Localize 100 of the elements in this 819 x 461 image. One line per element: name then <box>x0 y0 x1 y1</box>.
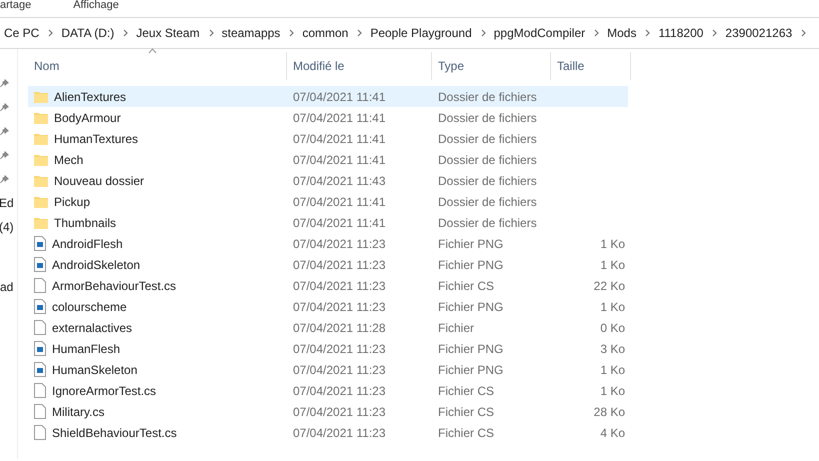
pin-icon[interactable] <box>0 102 10 112</box>
folder-icon <box>34 174 48 188</box>
file-row[interactable]: Military.cs 07/04/2021 11:23 Fichier CS 28 Ko <box>28 401 628 422</box>
file-row[interactable]: IgnoreArmorTest.cs 07/04/2021 11:23 Fichier CS 1 Ko <box>28 380 628 401</box>
file-row[interactable]: Thumbnails 07/04/2021 11:41 Dossier de fichiers <box>28 212 628 233</box>
modified-date: 07/04/2021 11:23 <box>292 424 387 442</box>
file-name: Nouveau dossier <box>54 172 144 190</box>
file-type: Fichier CS <box>437 382 496 400</box>
file-row[interactable]: colourscheme 07/04/2021 11:23 Fichier PNG 1 Ko <box>28 296 628 317</box>
breadcrumb-item[interactable]: Mods <box>607 24 636 42</box>
file-name: HumanFlesh <box>52 340 120 358</box>
modified-date: 07/04/2021 11:41 <box>292 110 387 126</box>
column-header[interactable]: Modifié le <box>287 52 432 80</box>
file-row[interactable]: Pickup 07/04/2021 11:41 Dossier de fichiers <box>28 191 628 212</box>
file-type: Dossier de fichiers <box>437 110 538 126</box>
ribbon-tab[interactable]: Affichage <box>73 0 119 11</box>
file-icon <box>34 383 46 398</box>
nav-item[interactable]: ad <box>0 278 14 296</box>
file-row[interactable]: ArmorBehaviourTest.cs 07/04/2021 11:23 Fichier CS 22 Ko <box>28 275 628 296</box>
modified-date: 07/04/2021 11:23 <box>292 298 387 316</box>
file-size: 1 Ko <box>599 256 625 274</box>
file-icon <box>34 425 46 440</box>
file-type: Fichier CS <box>437 424 496 442</box>
image-file-icon <box>34 341 46 356</box>
breadcrumb-item[interactable]: People Playground <box>370 24 472 42</box>
folder-icon <box>34 216 48 230</box>
folder-icon <box>34 90 48 104</box>
image-file-icon <box>34 299 46 314</box>
file-row[interactable]: externalactives 07/04/2021 11:28 Fichier 0 Ko <box>28 317 628 338</box>
breadcrumb-item[interactable]: DATA (D:) <box>61 24 114 42</box>
modified-date: 07/04/2021 11:23 <box>292 382 387 400</box>
breadcrumb-item[interactable]: 1118200 <box>658 24 704 42</box>
file-name: IgnoreArmorTest.cs <box>52 382 156 400</box>
breadcrumb-item[interactable]: common <box>302 24 348 42</box>
file-size: 3 Ko <box>599 340 625 358</box>
column-header[interactable]: Nom <box>28 52 287 80</box>
file-row[interactable]: HumanSkeleton 07/04/2021 11:23 Fichier PNG 1 Ko <box>28 359 628 380</box>
file-name: colourscheme <box>52 298 127 316</box>
file-size: 22 Ko <box>592 278 625 294</box>
file-type: Fichier PNG <box>437 340 504 358</box>
pin-icon[interactable] <box>0 126 10 136</box>
file-type: Fichier PNG <box>437 236 504 252</box>
pin-icon[interactable] <box>0 150 10 160</box>
file-name: HumanTextures <box>54 130 138 148</box>
file-type: Dossier de fichiers <box>437 172 538 190</box>
file-row[interactable]: HumanFlesh 07/04/2021 11:23 Fichier PNG 3 Ko <box>28 338 628 359</box>
file-row[interactable]: HumanTextures 07/04/2021 11:41 Dossier de fichiers <box>28 128 628 149</box>
file-type: Fichier PNG <box>437 256 504 274</box>
file-size: 0 Ko <box>599 320 625 336</box>
address-bar[interactable]: Ce PC DATA (D:) Jeux Steam steamapps common People Playground ppgModCompiler Mods 1118200 2390021263 <box>0 17 819 49</box>
file-row[interactable]: Nouveau dossier 07/04/2021 11:43 Dossier de fichiers <box>28 170 628 191</box>
nav-item[interactable]: Ed <box>0 194 14 212</box>
image-file-icon <box>34 257 46 272</box>
modified-date: 07/04/2021 11:23 <box>292 404 387 420</box>
column-header[interactable]: Taille <box>551 52 631 80</box>
breadcrumb-item[interactable]: steamapps <box>222 24 280 42</box>
file-name: AndroidSkeleton <box>52 256 140 274</box>
file-size: 1 Ko <box>599 298 625 316</box>
file-row[interactable]: AndroidFlesh 07/04/2021 11:23 Fichier PNG 1 Ko <box>28 233 628 254</box>
file-row[interactable]: ShieldBehaviourTest.cs 07/04/2021 11:23 Fichier CS 4 Ko <box>28 422 628 443</box>
file-row[interactable]: Mech 07/04/2021 11:41 Dossier de fichiers <box>28 149 628 170</box>
pin-icon[interactable] <box>0 174 10 184</box>
breadcrumb-item[interactable]: Ce PC <box>4 24 40 42</box>
column-header[interactable]: Type <box>432 52 551 80</box>
pin-icon[interactable] <box>0 78 10 88</box>
file-type: Fichier CS <box>437 404 496 420</box>
image-file-icon <box>34 236 46 251</box>
file-name: BodyArmour <box>54 110 121 126</box>
breadcrumb-item[interactable]: Jeux Steam <box>136 24 200 42</box>
file-type: Dossier de fichiers <box>437 152 538 168</box>
file-row[interactable]: AlienTextures 07/04/2021 11:41 Dossier de fichiers <box>28 86 628 107</box>
file-name: Military.cs <box>52 404 104 420</box>
file-row[interactable]: BodyArmour 07/04/2021 11:41 Dossier de fichiers <box>28 107 628 128</box>
file-name: ShieldBehaviourTest.cs <box>52 424 177 442</box>
folder-icon <box>34 132 48 146</box>
modified-date: 07/04/2021 11:41 <box>292 194 387 210</box>
file-row[interactable]: AndroidSkeleton 07/04/2021 11:23 Fichier PNG 1 Ko <box>28 254 628 275</box>
file-name: Pickup <box>54 194 90 210</box>
file-size: 1 Ko <box>599 382 625 400</box>
modified-date: 07/04/2021 11:41 <box>292 214 387 232</box>
nav-item[interactable]: (4) <box>0 218 14 236</box>
file-type: Dossier de fichiers <box>437 214 538 232</box>
ribbon-tab[interactable]: artage <box>0 0 32 11</box>
modified-date: 07/04/2021 11:43 <box>292 172 387 190</box>
image-file-icon <box>34 362 46 377</box>
file-type: Fichier PNG <box>437 362 504 378</box>
folder-icon <box>34 110 48 124</box>
file-name: AlienTextures <box>54 88 126 106</box>
file-name: AndroidFlesh <box>52 236 123 252</box>
breadcrumb-item[interactable]: 2390021263 <box>725 24 792 42</box>
modified-date: 07/04/2021 11:41 <box>292 152 387 168</box>
file-name: externalactives <box>52 320 132 336</box>
file-type: Fichier PNG <box>437 298 504 316</box>
breadcrumb-item[interactable]: ppgModCompiler <box>494 24 586 42</box>
modified-date: 07/04/2021 11:23 <box>292 278 387 294</box>
file-icon <box>34 320 46 335</box>
modified-date: 07/04/2021 11:23 <box>292 256 387 274</box>
file-type: Dossier de fichiers <box>437 88 538 106</box>
file-type: Fichier CS <box>437 278 496 294</box>
file-size: 1 Ko <box>599 362 625 378</box>
